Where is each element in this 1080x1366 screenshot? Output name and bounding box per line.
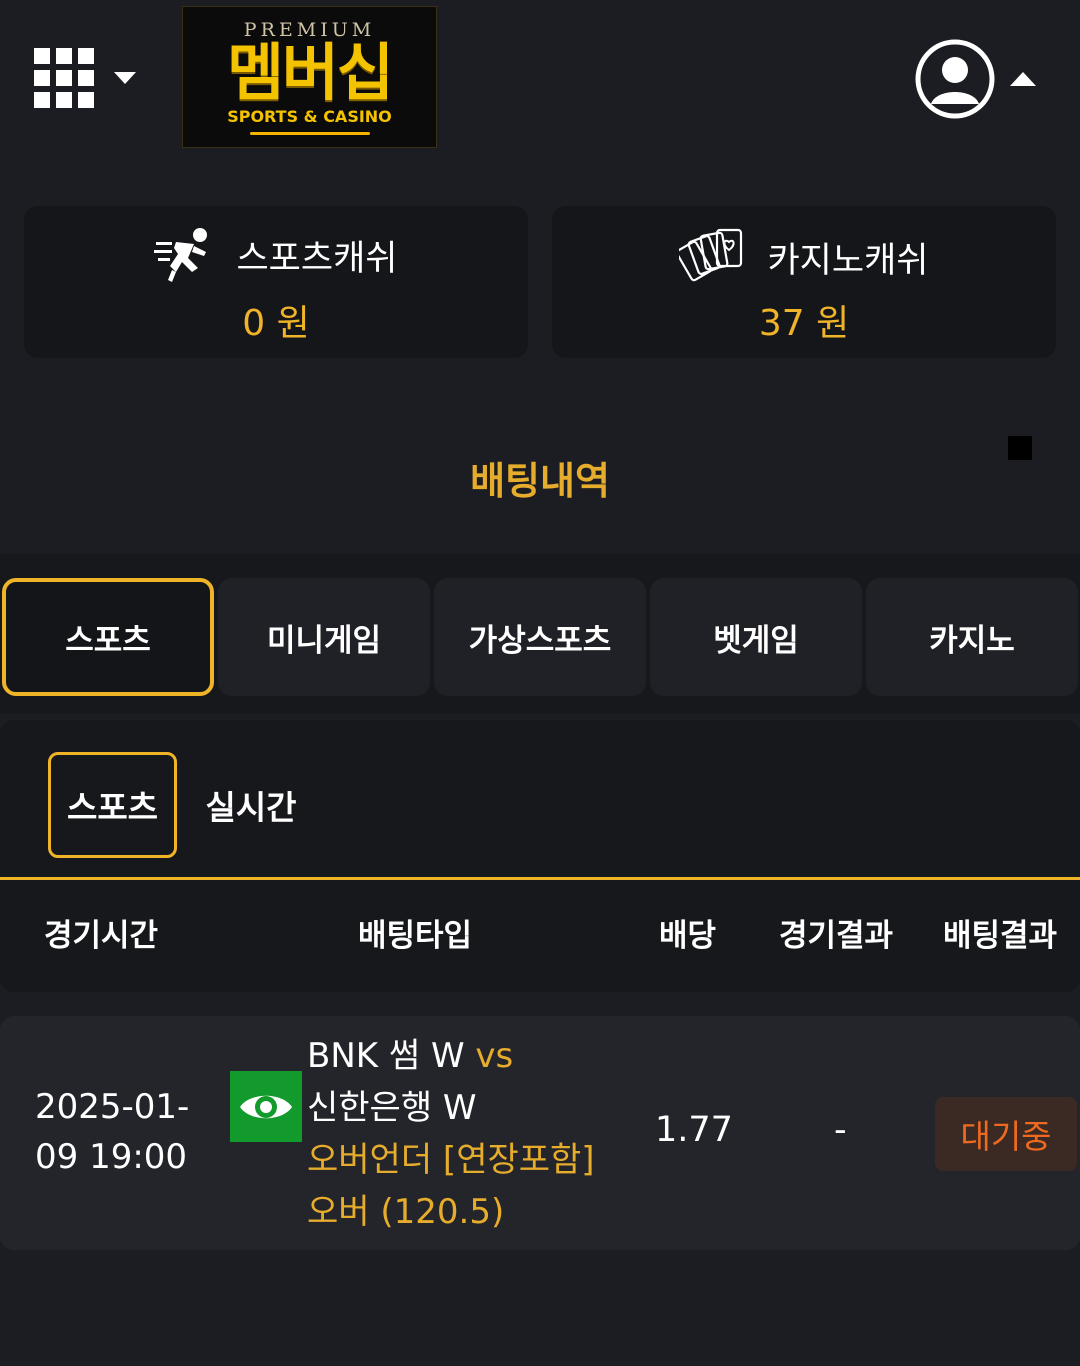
odds-value: 1.77 <box>655 1110 733 1150</box>
runner-icon <box>154 228 208 282</box>
status-badge: 대기중 <box>935 1097 1077 1171</box>
game-time-clock: 09 19:00 <box>35 1137 188 1177</box>
eye-icon <box>240 1095 292 1118</box>
home-team: BNK 썸 W <box>307 1036 465 1076</box>
sports-cash-label: 스포츠캐쉬 <box>236 238 398 279</box>
sports-cash-card: 스포츠캐쉬 0 원 <box>24 206 528 358</box>
logo-name: 멤버십 <box>226 36 394 109</box>
tab-betgame[interactable]: 벳게임 <box>650 578 862 696</box>
logo-glow <box>249 132 370 135</box>
view-details-button[interactable] <box>230 1071 302 1142</box>
subtab-live[interactable]: 실시간 <box>188 752 314 858</box>
casino-cash-card: 카지노캐쉬 37 원 <box>552 206 1056 358</box>
game-time: 2025-01- 09 19:00 <box>35 1082 189 1182</box>
tab-virtual-sports[interactable]: 가상스포츠 <box>434 578 646 696</box>
vs-label: vs <box>475 1036 514 1076</box>
site-logo[interactable]: PREMIUM 멤버십 SPORTS & CASINO <box>182 6 437 148</box>
header-bet-type: 배팅타입 <box>358 918 473 954</box>
header-bet-result: 배팅결과 <box>943 918 1058 954</box>
game-result-value: - <box>834 1110 847 1150</box>
sports-cash-amount: 0 원 <box>242 303 310 344</box>
casino-cash-amount: 37 원 <box>758 303 850 344</box>
user-circle-icon <box>915 39 995 119</box>
header: PREMIUM 멤버십 SPORTS & CASINO <box>0 0 1080 160</box>
bet-info: BNK 썸 W vs 신한은행 W 오버언더 [연장포함] 오버 (120.5) <box>307 1030 595 1238</box>
header-game-time: 경기시간 <box>44 918 159 954</box>
away-team: 신한은행 W <box>307 1088 477 1128</box>
market-name: 오버언더 [연장포함] <box>307 1140 595 1180</box>
user-menu-button[interactable] <box>914 36 1044 122</box>
cards-icon <box>679 228 743 282</box>
casino-cash-label: 카지노캐쉬 <box>767 240 929 281</box>
tab-sports[interactable]: 스포츠 <box>2 578 214 696</box>
logo-tagline: SPORTS & CASINO <box>227 107 392 126</box>
table-header <box>0 880 1080 992</box>
grid-menu-icon <box>34 48 94 108</box>
caret-up-icon <box>1010 72 1036 86</box>
tab-casino[interactable]: 카지노 <box>866 578 1078 696</box>
square-marker <box>1008 436 1032 460</box>
bet-pick: 오버 (120.5) <box>307 1192 505 1232</box>
page-title: 배팅내역 <box>470 459 610 503</box>
header-odds: 배당 <box>659 918 717 954</box>
tab-minigame[interactable]: 미니게임 <box>218 578 430 696</box>
game-time-date: 2025-01- <box>35 1087 190 1127</box>
grid-menu-button[interactable] <box>34 46 144 110</box>
subtab-sports[interactable]: 스포츠 <box>48 752 177 858</box>
caret-down-icon <box>114 72 136 84</box>
header-game-result: 경기결과 <box>779 918 894 954</box>
